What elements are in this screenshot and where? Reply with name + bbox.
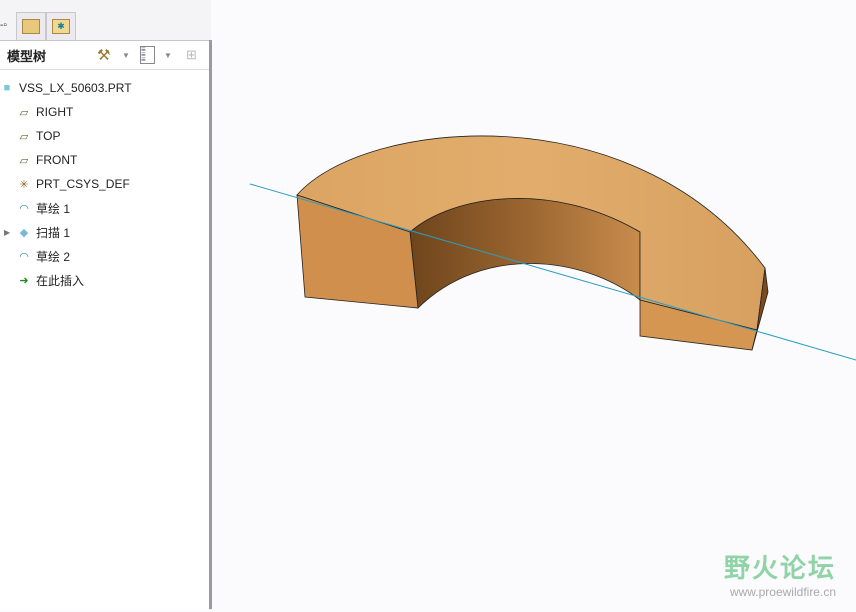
tree-item[interactable]: ✳ PRT_CSYS_DEF (17, 172, 130, 196)
tree-filter-icon[interactable]: ≡ ≡ ≡ (140, 46, 155, 64)
csys-icon: ✳ (19, 178, 29, 191)
show-hidden-icon[interactable]: ⊞ (186, 47, 197, 63)
graphics-viewport[interactable]: 野火论坛 www.proewildfire.cn (212, 0, 856, 609)
settings-dropdown-icon[interactable]: ▼ (122, 51, 130, 60)
tab-stub-icon[interactable]: -▫ (0, 20, 7, 31)
part-model-view (249, 135, 856, 361)
tree-item[interactable]: ▱ FRONT (17, 148, 78, 172)
datum-plane-icon: ▱ (19, 106, 29, 119)
tree-item-label: 在此插入 (36, 273, 85, 288)
tree-item-label: PRT_CSYS_DEF (36, 177, 130, 191)
folder-browser-tab[interactable] (16, 12, 46, 40)
part-icon: ■ (3, 82, 11, 94)
tree-item-label: 草绘 2 (36, 249, 71, 264)
tree-item[interactable]: ◠ 草绘 2 (17, 244, 70, 268)
tree-item[interactable]: ◠ 草绘 1 (17, 196, 70, 220)
tree-item-label: 扫描 1 (36, 225, 71, 240)
tree-item[interactable]: ▶ ◆ 扫描 1 (4, 220, 71, 244)
datum-plane-icon: ▱ (19, 154, 29, 167)
model-tree-header: 模型树 ⚒ ▼ ≡ ≡ ≡ ▼ ⊞ (0, 41, 209, 70)
filter-dropdown-icon[interactable]: ▼ (164, 51, 172, 60)
tree-item-label: VSS_LX_50603.PRT (19, 81, 132, 95)
panel-tabs: -▫ ✱ (0, 0, 211, 40)
settings-tools-icon[interactable]: ⚒ (97, 46, 110, 64)
favorites-tab[interactable]: ✱ (46, 12, 76, 40)
sketch-icon: ◠ (19, 250, 29, 263)
insert-arrow-icon: ➜ (19, 274, 29, 287)
tree-item-label: FRONT (36, 153, 78, 167)
model-tree-panel: 模型树 ⚒ ▼ ≡ ≡ ≡ ▼ ⊞ ■ VSS_LX_50603.PRT ▱ RIGHT ▱… (0, 40, 210, 610)
tree-item-label: TOP (36, 129, 61, 143)
tree-item-label: RIGHT (36, 105, 74, 119)
watermark-title: 野火论坛 (723, 553, 836, 583)
tree-item[interactable]: ■ VSS_LX_50603.PRT (0, 76, 132, 100)
sketch-icon: ◠ (19, 202, 29, 215)
tree-item[interactable]: ▱ RIGHT (17, 100, 74, 124)
expand-arrow-icon[interactable]: ▶ (4, 228, 10, 237)
watermark: 野火论坛 www.proewildfire.cn (724, 548, 836, 599)
sweep-icon: ◆ (19, 226, 29, 239)
tree-item[interactable]: ➜ 在此插入 (17, 268, 84, 292)
watermark-url: www.proewildfire.cn (729, 585, 836, 599)
tree-item[interactable]: ▱ TOP (17, 124, 61, 148)
favorites-folder-icon: ✱ (52, 19, 70, 34)
datum-plane-icon: ▱ (19, 130, 29, 143)
folders-icon (22, 19, 40, 34)
panel-title: 模型树 (7, 48, 47, 64)
tree-item-label: 草绘 1 (36, 201, 71, 216)
